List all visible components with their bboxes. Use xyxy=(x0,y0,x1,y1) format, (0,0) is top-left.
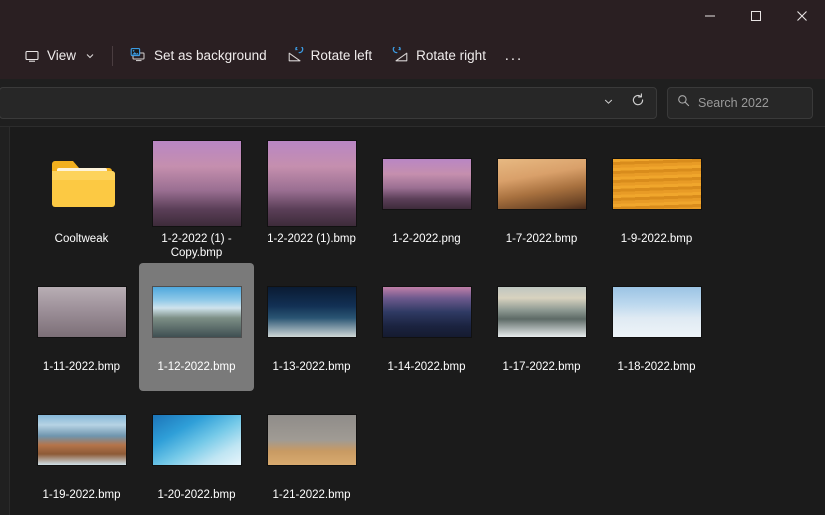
thumbnail-container xyxy=(139,269,254,354)
file-item[interactable]: 1-20-2022.bmp xyxy=(139,391,254,515)
address-history-button[interactable] xyxy=(594,90,622,116)
more-options-button[interactable]: ... xyxy=(496,41,532,71)
image-thumbnail xyxy=(498,287,586,337)
folder-item[interactable]: Cooltweak xyxy=(24,135,139,263)
set-as-background-button[interactable]: Set as background xyxy=(120,40,277,72)
file-grid: Cooltweak 1-2-2022 (1) - Copy.bmp 1-2-2022… xyxy=(24,135,825,515)
image-thumbnail xyxy=(153,141,241,226)
thumbnail-container xyxy=(484,269,599,354)
thumbnail-container xyxy=(254,269,369,354)
file-item[interactable]: 1-13-2022.bmp xyxy=(254,263,369,391)
close-button[interactable] xyxy=(779,0,825,32)
toolbar-separator xyxy=(112,46,113,66)
file-item[interactable]: 1-9-2022.bmp xyxy=(599,135,714,263)
file-name-label: 1-21-2022.bmp xyxy=(258,488,366,502)
image-thumbnail xyxy=(498,159,586,209)
file-name-label: 1-12-2022.bmp xyxy=(143,360,251,374)
thumbnail-container xyxy=(369,269,484,354)
image-thumbnail xyxy=(153,415,241,465)
file-item[interactable]: 1-14-2022.bmp xyxy=(369,263,484,391)
chevron-down-icon xyxy=(85,51,95,61)
thumbnail-container xyxy=(254,141,369,226)
thumbnail-container xyxy=(599,141,714,226)
refresh-button[interactable] xyxy=(624,90,652,116)
file-name-label: 1-13-2022.bmp xyxy=(258,360,366,374)
set-as-background-label: Set as background xyxy=(154,48,267,63)
rotate-right-icon xyxy=(392,47,409,64)
file-name-label: 1-17-2022.bmp xyxy=(488,360,596,374)
rotate-left-button[interactable]: Rotate left xyxy=(277,40,383,72)
set-background-icon xyxy=(130,47,147,64)
file-item[interactable]: 1-2-2022 (1) - Copy.bmp xyxy=(139,135,254,263)
image-thumbnail xyxy=(383,287,471,337)
search-box[interactable] xyxy=(667,87,813,119)
rotate-right-label: Rotate right xyxy=(416,48,486,63)
rotate-right-button[interactable]: Rotate right xyxy=(382,40,496,72)
file-name-label: 1-2-2022.png xyxy=(373,232,481,246)
command-toolbar: View Set as background xyxy=(0,32,825,79)
explorer-body: Cooltweak 1-2-2022 (1) - Copy.bmp 1-2-2022… xyxy=(0,127,825,515)
image-thumbnail xyxy=(153,287,241,337)
search-icon xyxy=(677,94,690,112)
file-item[interactable]: 1-2-2022 (1).bmp xyxy=(254,135,369,263)
maximize-button[interactable] xyxy=(733,0,779,32)
refresh-icon xyxy=(631,93,645,112)
thumbnail-container xyxy=(24,141,139,226)
monitor-icon xyxy=(24,48,40,64)
file-item[interactable]: 1-21-2022.bmp xyxy=(254,391,369,515)
image-thumbnail xyxy=(268,415,356,465)
minimize-button[interactable] xyxy=(687,0,733,32)
file-item[interactable]: 1-12-2022.bmp xyxy=(139,263,254,391)
file-name-label: 1-9-2022.bmp xyxy=(603,232,711,246)
image-thumbnail xyxy=(268,141,356,226)
file-item[interactable]: 1-19-2022.bmp xyxy=(24,391,139,515)
thumbnail-container xyxy=(369,141,484,226)
thumbnail-container xyxy=(24,397,139,482)
image-thumbnail xyxy=(613,287,701,337)
file-name-label: Cooltweak xyxy=(28,232,136,246)
thumbnail-container xyxy=(599,269,714,354)
image-thumbnail xyxy=(268,287,356,337)
address-bar[interactable] xyxy=(0,87,657,119)
file-name-label: 1-20-2022.bmp xyxy=(143,488,251,502)
image-thumbnail xyxy=(383,159,471,209)
view-button[interactable]: View xyxy=(14,40,105,72)
minimize-icon xyxy=(704,10,716,22)
thumbnail-container xyxy=(139,397,254,482)
file-explorer-window: View Set as background xyxy=(0,0,825,515)
close-icon xyxy=(796,10,808,22)
image-thumbnail xyxy=(38,287,126,337)
file-name-label: 1-14-2022.bmp xyxy=(373,360,481,374)
view-label: View xyxy=(47,48,76,63)
file-item[interactable]: 1-18-2022.bmp xyxy=(599,263,714,391)
rotate-left-label: Rotate left xyxy=(311,48,373,63)
thumbnail-container xyxy=(484,141,599,226)
file-name-label: 1-7-2022.bmp xyxy=(488,232,596,246)
file-list-view: Cooltweak 1-2-2022 (1) - Copy.bmp 1-2-2022… xyxy=(10,127,825,515)
rotate-left-icon xyxy=(287,47,304,64)
image-thumbnail xyxy=(38,415,126,465)
file-name-label: 1-19-2022.bmp xyxy=(28,488,136,502)
file-name-label: 1-18-2022.bmp xyxy=(603,360,711,374)
folder-icon xyxy=(48,156,116,212)
address-row xyxy=(0,79,825,127)
titlebar xyxy=(0,0,825,32)
file-item[interactable]: 1-2-2022.png xyxy=(369,135,484,263)
file-name-label: 1-2-2022 (1) - Copy.bmp xyxy=(143,232,251,260)
navigation-pane[interactable] xyxy=(0,127,10,515)
chevron-down-icon xyxy=(603,94,614,112)
file-item[interactable]: 1-11-2022.bmp xyxy=(24,263,139,391)
search-input[interactable] xyxy=(698,96,803,110)
maximize-icon xyxy=(750,10,762,22)
thumbnail-container xyxy=(139,141,254,226)
file-name-label: 1-11-2022.bmp xyxy=(28,360,136,374)
thumbnail-container xyxy=(24,269,139,354)
thumbnail-container xyxy=(254,397,369,482)
file-name-label: 1-2-2022 (1).bmp xyxy=(258,232,366,246)
file-item[interactable]: 1-17-2022.bmp xyxy=(484,263,599,391)
file-item[interactable]: 1-7-2022.bmp xyxy=(484,135,599,263)
image-thumbnail xyxy=(613,159,701,209)
